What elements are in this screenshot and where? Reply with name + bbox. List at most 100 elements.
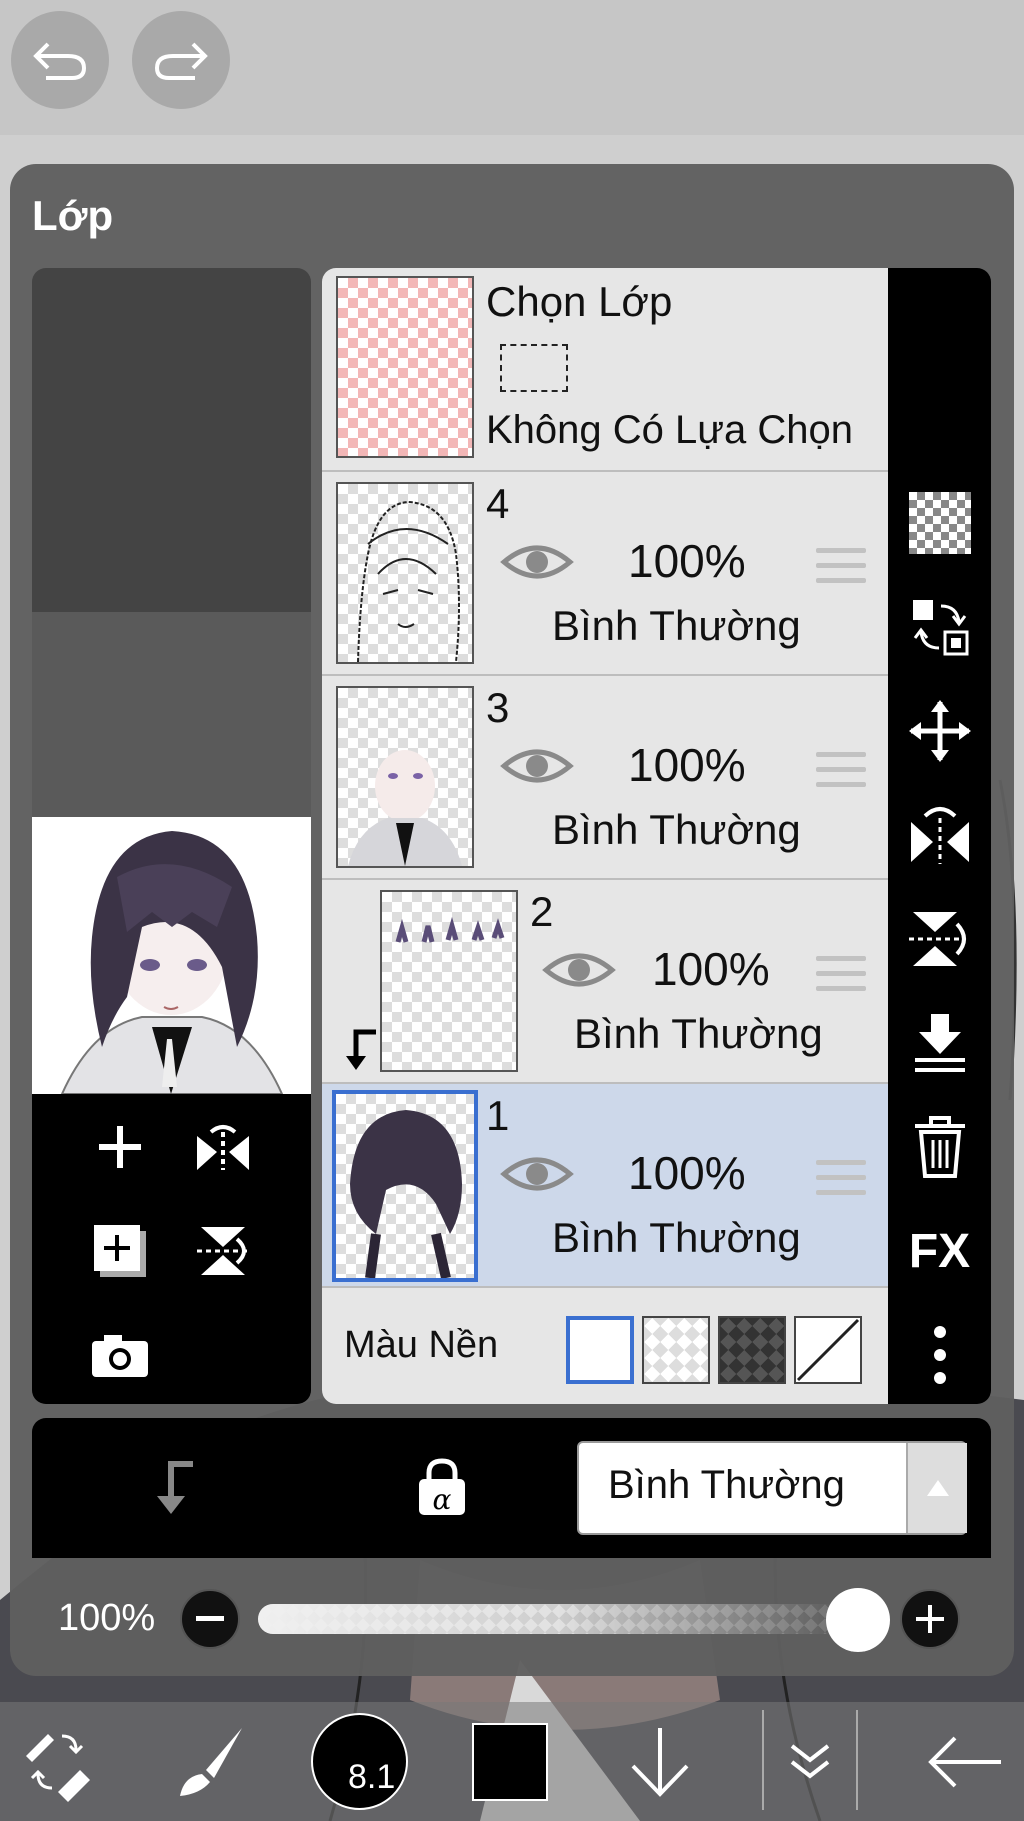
alpha-lock-icon: α bbox=[419, 1458, 465, 1516]
layers-list: Chọn Lớp Không Có Lựa Chọn 4 100% Bình T… bbox=[322, 268, 888, 1404]
swap-layer-button[interactable] bbox=[888, 587, 991, 667]
camera-button[interactable] bbox=[85, 1320, 155, 1390]
layer-row-1[interactable]: 1 100% Bình Thường bbox=[322, 1084, 888, 1288]
flip-horizontal-button[interactable] bbox=[888, 795, 991, 875]
back-button[interactable] bbox=[920, 1702, 1010, 1821]
layer-number: 3 bbox=[486, 684, 510, 731]
transparency-button[interactable] bbox=[888, 483, 991, 563]
brush-icon bbox=[180, 1727, 242, 1796]
flip-vertical-button[interactable] bbox=[888, 899, 991, 979]
add-layer-icon bbox=[99, 1126, 141, 1168]
plus-icon bbox=[916, 1605, 944, 1633]
layer-opacity: 100% bbox=[628, 535, 746, 587]
camera-icon bbox=[92, 1335, 148, 1377]
add-special-layer-button[interactable] bbox=[85, 1216, 155, 1286]
color-swatch-button[interactable] bbox=[472, 1723, 548, 1801]
bg-white-swatch[interactable] bbox=[566, 1316, 634, 1384]
chevron-double-down-icon bbox=[790, 1744, 830, 1779]
opacity-decrease-button[interactable] bbox=[180, 1589, 240, 1649]
layer-opacity: 100% bbox=[628, 1147, 746, 1199]
undo-button[interactable] bbox=[11, 11, 109, 109]
layer-thumbnail bbox=[380, 890, 518, 1072]
drag-handle-icon[interactable] bbox=[816, 752, 866, 797]
layer-row-4[interactable]: 4 100% Bình Thường bbox=[322, 472, 888, 676]
clipping-icon bbox=[157, 1461, 193, 1514]
layer-thumbnail bbox=[336, 686, 474, 868]
layer-opacity: 100% bbox=[652, 943, 770, 995]
blend-mode-dropdown-button[interactable] bbox=[906, 1443, 967, 1533]
selection-layer-thumbnail bbox=[336, 276, 474, 458]
drag-handle-icon[interactable] bbox=[816, 548, 866, 593]
opacity-slider-gradient bbox=[258, 1604, 858, 1634]
blend-mode-value: Bình Thường bbox=[608, 1463, 845, 1507]
layer-thumbnail bbox=[332, 1090, 478, 1282]
flip-vertical-icon bbox=[908, 912, 966, 966]
layer-thumbnail bbox=[336, 482, 474, 664]
layer-menu-button[interactable] bbox=[762, 1710, 858, 1810]
merge-down-icon bbox=[914, 1014, 965, 1072]
flip-horizontal-icon bbox=[910, 807, 969, 864]
more-icon bbox=[933, 1326, 946, 1384]
brush-tool-button[interactable] bbox=[170, 1702, 250, 1821]
more-options-button[interactable] bbox=[888, 1315, 991, 1395]
redo-button[interactable] bbox=[132, 11, 230, 109]
visibility-eye-icon[interactable] bbox=[500, 1150, 574, 1198]
layer-blend-mode: Bình Thường bbox=[552, 806, 801, 853]
flip-layer-button[interactable] bbox=[188, 1112, 258, 1182]
flip-layer-icon bbox=[197, 1125, 249, 1170]
layer-number: 1 bbox=[486, 1092, 510, 1139]
clipping-button[interactable] bbox=[136, 1452, 206, 1522]
opacity-increase-button[interactable] bbox=[900, 1589, 960, 1649]
delete-button[interactable] bbox=[888, 1107, 991, 1187]
transparency-icon bbox=[908, 492, 971, 554]
alpha-lock-button[interactable]: α bbox=[412, 1452, 472, 1522]
layer-number: 2 bbox=[530, 888, 554, 935]
background-color-row: Màu Nền bbox=[322, 1288, 888, 1404]
layer-row-3[interactable]: 3 100% Bình Thường bbox=[322, 676, 888, 880]
redo-icon bbox=[154, 42, 208, 80]
tool-switch-button[interactable] bbox=[18, 1702, 98, 1821]
arrow-down-icon bbox=[631, 1727, 689, 1797]
bg-none-swatch[interactable] bbox=[794, 1316, 862, 1384]
undo-icon bbox=[33, 42, 87, 80]
no-background-icon bbox=[796, 1318, 860, 1382]
merge-down-button[interactable] bbox=[888, 1003, 991, 1083]
background-color-label: Màu Nền bbox=[344, 1324, 499, 1366]
rotate-layer-icon bbox=[197, 1227, 249, 1275]
arrow-left-icon bbox=[928, 1736, 1001, 1787]
canvas-preview-image[interactable] bbox=[32, 817, 311, 1095]
selection-layer-title: Chọn Lớp bbox=[486, 278, 673, 325]
visibility-eye-icon[interactable] bbox=[500, 742, 574, 790]
swap-layer-icon bbox=[912, 600, 968, 656]
add-special-layer-icon bbox=[94, 1225, 146, 1277]
fx-icon: FX bbox=[908, 1224, 971, 1278]
rotate-layer-button[interactable] bbox=[188, 1216, 258, 1286]
selection-marquee-icon bbox=[500, 344, 568, 392]
bg-transparent-light-swatch[interactable] bbox=[642, 1316, 710, 1384]
add-layer-button[interactable] bbox=[85, 1112, 155, 1182]
move-icon bbox=[908, 700, 971, 762]
layer-actions-panel bbox=[32, 1094, 311, 1404]
drag-handle-icon[interactable] bbox=[816, 1160, 866, 1205]
selection-layer-row[interactable]: Chọn Lớp Không Có Lựa Chọn bbox=[322, 268, 888, 472]
preview-canvas-area bbox=[32, 612, 311, 817]
opacity-slider-knob[interactable] bbox=[826, 1588, 890, 1652]
brush-eraser-switch-icon bbox=[26, 1733, 90, 1802]
opacity-label: 100% bbox=[58, 1597, 156, 1639]
minus-icon bbox=[196, 1616, 224, 1621]
visibility-eye-icon[interactable] bbox=[542, 946, 616, 994]
visibility-eye-icon[interactable] bbox=[500, 538, 574, 586]
delete-icon bbox=[914, 1116, 965, 1178]
layer-blend-mode: Bình Thường bbox=[552, 1214, 801, 1261]
panel-title: Lớp bbox=[32, 192, 114, 239]
triangle-up-icon bbox=[926, 1480, 949, 1496]
layer-blend-mode: Bình Thường bbox=[552, 602, 801, 649]
drag-handle-icon[interactable] bbox=[816, 956, 866, 1001]
move-button[interactable] bbox=[888, 691, 991, 771]
fx-button[interactable]: FX bbox=[888, 1211, 991, 1291]
bg-transparent-dark-swatch[interactable] bbox=[718, 1316, 786, 1384]
layer-down-button[interactable] bbox=[620, 1702, 700, 1821]
layer-blend-mode: Bình Thường bbox=[574, 1010, 823, 1057]
layer-row-2[interactable]: 2 100% Bình Thường bbox=[322, 880, 888, 1084]
layer-opacity: 100% bbox=[628, 739, 746, 791]
